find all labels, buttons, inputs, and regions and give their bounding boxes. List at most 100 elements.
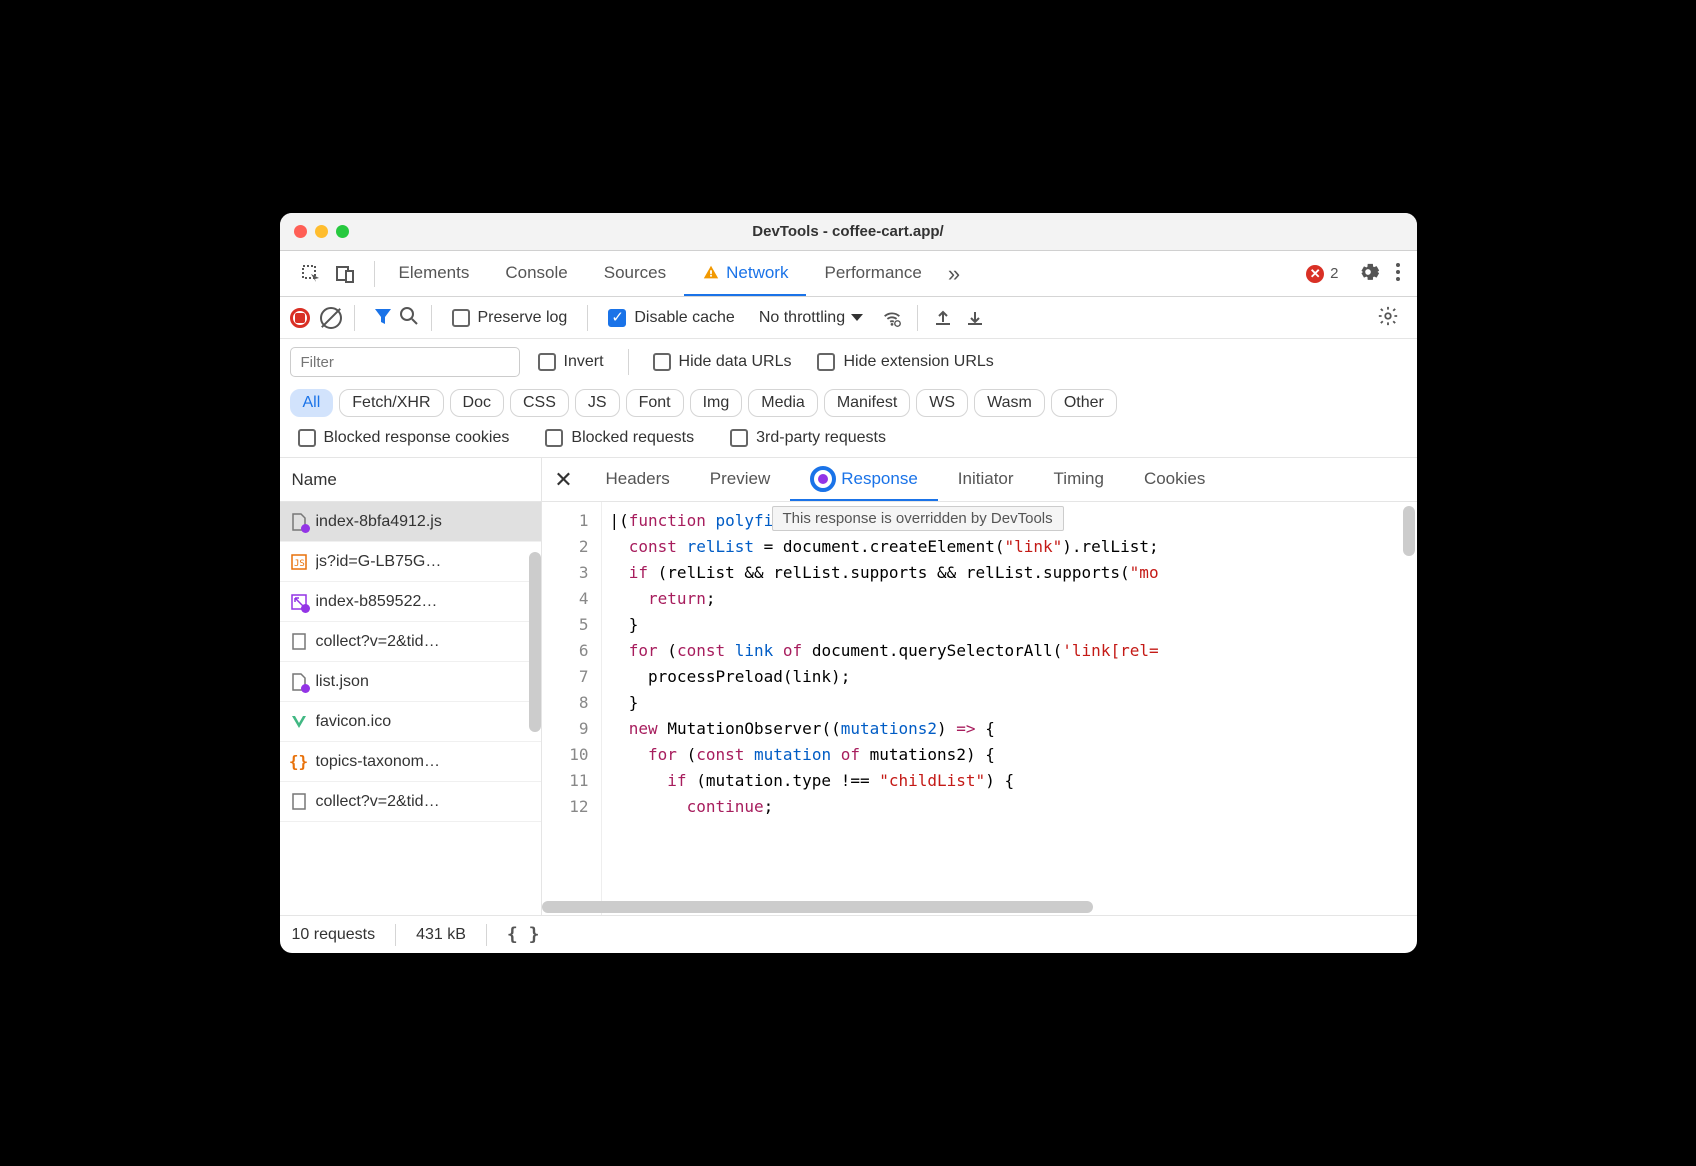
- pretty-print-button[interactable]: { }: [507, 924, 540, 945]
- chip-font[interactable]: Font: [626, 389, 684, 417]
- settings-gear-icon[interactable]: [1349, 261, 1387, 287]
- more-tabs-button[interactable]: »: [940, 261, 968, 287]
- search-icon[interactable]: [399, 306, 419, 330]
- checkbox-icon: [545, 429, 563, 447]
- tab-performance[interactable]: Performance: [806, 251, 939, 296]
- network-toolbar: Preserve log Disable cache No throttling: [280, 297, 1417, 339]
- close-window-button[interactable]: [294, 225, 307, 238]
- doc-file-icon: [290, 793, 308, 811]
- checkbox-icon: [608, 309, 626, 327]
- top-tabs-row: Elements Console Sources Network Perform…: [280, 251, 1417, 297]
- chip-all[interactable]: All: [290, 389, 334, 417]
- upload-icon[interactable]: [930, 305, 956, 331]
- chip-wasm[interactable]: Wasm: [974, 389, 1045, 417]
- horizontal-scrollbar[interactable]: [542, 901, 1093, 913]
- title-bar: DevTools - coffee-cart.app/: [280, 213, 1417, 251]
- close-detail-button[interactable]: ✕: [542, 458, 586, 501]
- traffic-lights: [280, 225, 349, 238]
- divider: [628, 349, 629, 375]
- request-row[interactable]: JS js?id=G-LB75G…: [280, 542, 541, 582]
- checkbox-icon: [817, 353, 835, 371]
- inspect-element-icon[interactable]: [298, 261, 324, 287]
- chip-img[interactable]: Img: [690, 389, 743, 417]
- network-settings-gear-icon[interactable]: [1369, 305, 1407, 331]
- chip-doc[interactable]: Doc: [450, 389, 504, 417]
- devtools-window: DevTools - coffee-cart.app/ Elements Con…: [280, 213, 1417, 953]
- divider: [917, 305, 918, 331]
- preserve-log-checkbox[interactable]: Preserve log: [444, 309, 576, 327]
- js-file-icon: [290, 513, 308, 531]
- hide-data-urls-checkbox[interactable]: Hide data URLs: [645, 353, 800, 371]
- code-area: 123456789101112 |(function polyfil const…: [542, 502, 1417, 915]
- more-menu-icon[interactable]: [1387, 262, 1409, 286]
- request-row[interactable]: {} topics-taxonom…: [280, 742, 541, 782]
- minimize-window-button[interactable]: [315, 225, 328, 238]
- override-tooltip: This response is overridden by DevTools: [772, 506, 1064, 531]
- tab-response[interactable]: Response: [790, 458, 938, 501]
- chip-js[interactable]: JS: [575, 389, 620, 417]
- chip-css[interactable]: CSS: [510, 389, 569, 417]
- filter-input[interactable]: [290, 347, 520, 377]
- blocked-cookies-checkbox[interactable]: Blocked response cookies: [290, 429, 518, 447]
- transferred-size: 431 kB: [416, 926, 466, 944]
- filter-row: Invert Hide data URLs Hide extension URL…: [280, 339, 1417, 385]
- tab-headers[interactable]: Headers: [586, 458, 690, 501]
- svg-text:JS: JS: [294, 559, 305, 569]
- json-file-icon: [290, 673, 308, 691]
- blocked-requests-checkbox[interactable]: Blocked requests: [537, 429, 702, 447]
- request-row[interactable]: collect?v=2&tid…: [280, 782, 541, 822]
- filter-icon[interactable]: [373, 306, 393, 330]
- tab-cookies[interactable]: Cookies: [1124, 458, 1225, 501]
- throttling-select[interactable]: No throttling: [749, 309, 873, 327]
- request-row[interactable]: favicon.ico: [280, 702, 541, 742]
- invert-checkbox[interactable]: Invert: [530, 353, 612, 371]
- vertical-scrollbar[interactable]: [1403, 506, 1415, 556]
- network-conditions-icon[interactable]: [879, 305, 905, 331]
- record-button[interactable]: [290, 308, 310, 328]
- scrollbar[interactable]: [529, 552, 541, 732]
- device-toolbar-icon[interactable]: [332, 261, 358, 287]
- vue-icon: [290, 713, 308, 731]
- chip-media[interactable]: Media: [748, 389, 818, 417]
- status-bar: 10 requests 431 kB { }: [280, 915, 1417, 953]
- code-content[interactable]: |(function polyfil const relList = docum…: [602, 502, 1417, 915]
- chip-manifest[interactable]: Manifest: [824, 389, 910, 417]
- download-icon[interactable]: [962, 305, 988, 331]
- checkbox-icon: [298, 429, 316, 447]
- tab-elements[interactable]: Elements: [381, 251, 488, 296]
- tab-sources[interactable]: Sources: [586, 251, 684, 296]
- chip-other[interactable]: Other: [1051, 389, 1117, 417]
- maximize-window-button[interactable]: [336, 225, 349, 238]
- tab-console[interactable]: Console: [487, 251, 585, 296]
- request-row[interactable]: index-b859522…: [280, 582, 541, 622]
- request-row[interactable]: index-8bfa4912.js: [280, 502, 541, 542]
- hide-extension-urls-checkbox[interactable]: Hide extension URLs: [809, 353, 1001, 371]
- checkbox-icon: [452, 309, 470, 327]
- tab-network[interactable]: Network: [684, 251, 806, 296]
- detail-tabs: ✕ Headers Preview Response Initiator Tim…: [542, 458, 1417, 502]
- chevron-down-icon: [851, 314, 863, 321]
- error-icon: ✕: [1306, 265, 1324, 283]
- divider: [431, 305, 432, 331]
- checkbox-icon: [730, 429, 748, 447]
- tab-initiator[interactable]: Initiator: [938, 458, 1034, 501]
- chip-ws[interactable]: WS: [916, 389, 968, 417]
- checkbox-icon: [538, 353, 556, 371]
- disable-cache-checkbox[interactable]: Disable cache: [600, 309, 743, 327]
- tab-preview[interactable]: Preview: [690, 458, 790, 501]
- warning-icon: [702, 264, 720, 282]
- clear-button[interactable]: [320, 307, 342, 329]
- name-column-header[interactable]: Name: [280, 458, 541, 502]
- request-row[interactable]: collect?v=2&tid…: [280, 622, 541, 662]
- request-row[interactable]: list.json: [280, 662, 541, 702]
- error-count-badge[interactable]: ✕ 2: [1296, 265, 1348, 283]
- extra-filters-row: Blocked response cookies Blocked request…: [280, 425, 1417, 458]
- divider: [486, 924, 487, 946]
- tab-timing[interactable]: Timing: [1034, 458, 1124, 501]
- divider: [587, 305, 588, 331]
- type-filter-chips: All Fetch/XHR Doc CSS JS Font Img Media …: [280, 385, 1417, 425]
- chip-fetch-xhr[interactable]: Fetch/XHR: [339, 389, 443, 417]
- detail-panel: ✕ Headers Preview Response Initiator Tim…: [542, 458, 1417, 915]
- third-party-checkbox[interactable]: 3rd-party requests: [722, 429, 894, 447]
- js-file-icon: JS: [290, 553, 308, 571]
